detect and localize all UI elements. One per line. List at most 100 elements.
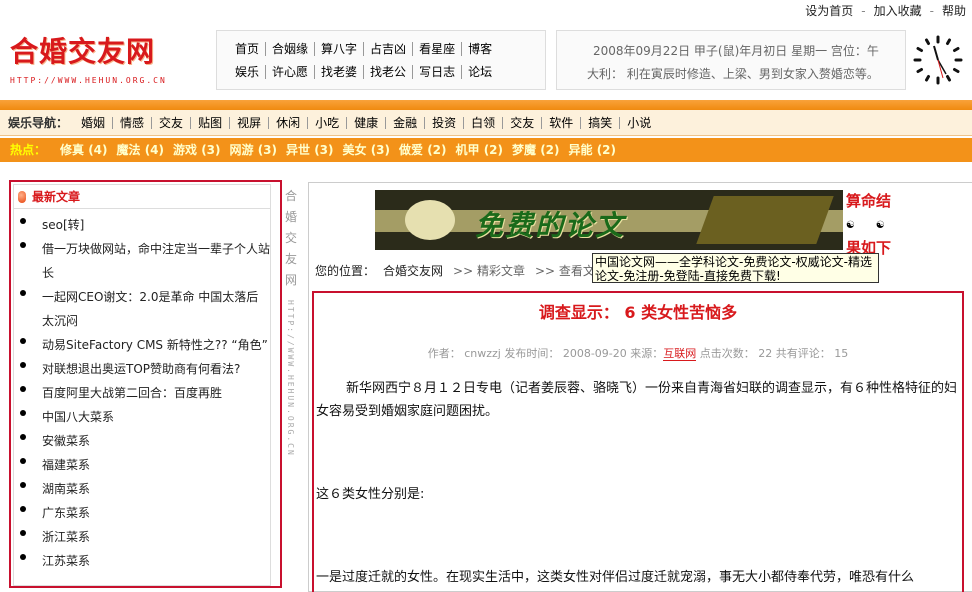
list-item[interactable]: 安徽菜系	[14, 429, 270, 453]
almanac-box: 2008年09月22日 甲子(鼠)年月初日 星期一 宫位：午 大利： 利在寅辰时…	[556, 30, 906, 90]
article-meta-stats: 点击次数： 22 共有评论： 15	[696, 347, 849, 360]
latest-articles-list: seo[转] 借一万块做网站，命中注定当一辈子个人站长 一起网CEO谢文：2.0…	[14, 209, 270, 573]
free-paper-banner[interactable]: 免费的论文	[375, 190, 843, 250]
ent-item-marriage[interactable]: 婚姻	[74, 117, 114, 129]
ent-item-white-collar[interactable]: 白领	[464, 117, 504, 129]
nav-forum[interactable]: 论坛	[462, 65, 498, 79]
breadcrumb-articles[interactable]: >> 精彩文章	[453, 264, 525, 278]
banner-ornament	[405, 200, 455, 240]
article-link[interactable]: 对联想退出奥运TOP赞助商有何看法?	[42, 362, 240, 376]
nav-bazi[interactable]: 算八字	[315, 42, 365, 56]
vertical-site-url: HTTP://WWW.HEHUN.ORG.CN	[283, 300, 299, 470]
hot-item[interactable]: 美女 (3)	[343, 138, 391, 162]
article-link[interactable]: 借一万块做网站，命中注定当一辈子个人站长	[42, 242, 270, 280]
yin-yang-icons: ☯ ☯	[846, 212, 904, 237]
article-link[interactable]: 安徽菜系	[42, 434, 90, 448]
ent-item-emotion[interactable]: 情感	[113, 117, 153, 129]
list-item[interactable]: 福建菜系	[14, 453, 270, 477]
bullet-icon	[20, 434, 26, 440]
hot-item[interactable]: 异世 (3)	[286, 138, 334, 162]
list-item[interactable]: 对联想退出奥运TOP赞助商有何看法?	[14, 357, 270, 381]
banner-text: 免费的论文	[475, 209, 626, 242]
hot-item[interactable]: 异能 (2)	[569, 138, 617, 162]
almanac-date: 2008年09月22日 甲子(鼠)年月初日 星期一 宫位：午	[593, 44, 879, 58]
nav-find-wife[interactable]: 找老婆	[315, 65, 365, 79]
ent-item-software[interactable]: 软件	[542, 117, 582, 129]
article-link[interactable]: 浙江菜系	[42, 530, 90, 544]
list-item[interactable]: 动易SiteFactory CMS 新特性之?? “角色”	[14, 333, 270, 357]
list-item[interactable]: 广东菜系	[14, 501, 270, 525]
breadcrumb-home[interactable]: 合婚交友网	[383, 264, 443, 278]
nav-horoscope[interactable]: 看星座	[413, 42, 463, 56]
nav-wish[interactable]: 许心愿	[266, 65, 316, 79]
article-link[interactable]: 中国八大菜系	[42, 410, 114, 424]
main-nav: 首页 合姻缘 算八字 占吉凶 看星座 博客 娱乐 许心愿 找老婆 找老公 写日志 论坛	[216, 30, 546, 90]
article-link[interactable]: 江苏菜系	[42, 554, 90, 568]
nav-diary[interactable]: 写日志	[413, 65, 463, 79]
list-item[interactable]: 一起网CEO谢文：2.0是革命 中国太落后太沉闷	[14, 285, 270, 333]
article-panel: 调查显示： 6 类女性苦恼多 作者： cnwzzj 发布时间： 2008-09-…	[312, 291, 964, 592]
article-link[interactable]: 百度阿里大战第二回合：百度再胜	[42, 386, 222, 400]
nav-fortune[interactable]: 占吉凶	[364, 42, 414, 56]
ent-item-funny[interactable]: 搞笑	[581, 117, 621, 129]
add-favorite-link[interactable]: 加入收藏	[874, 4, 922, 18]
ent-item-video[interactable]: 视屏	[230, 117, 270, 129]
list-item[interactable]: seo[转]	[14, 213, 270, 237]
bullet-icon	[20, 386, 26, 392]
article-link[interactable]: 福建菜系	[42, 458, 90, 472]
ent-item-finance[interactable]: 金融	[386, 117, 426, 129]
bullet-icon	[20, 242, 26, 248]
article-link[interactable]: 一起网CEO谢文：2.0是革命 中国太落后太沉闷	[42, 290, 258, 328]
logo-url: HTTP://WWW.HEHUN.ORG.CN	[10, 76, 167, 85]
bullet-icon	[20, 218, 26, 224]
nav-match[interactable]: 合姻缘	[266, 42, 316, 56]
list-item[interactable]: 百度阿里大战第二回合：百度再胜	[14, 381, 270, 405]
site-logo[interactable]: 合婚交友网 HTTP://WWW.HEHUN.ORG.CN	[10, 30, 210, 90]
ent-item-novel[interactable]: 小说	[620, 117, 658, 129]
hot-item[interactable]: 魔法 (4)	[117, 138, 165, 162]
nav-blog[interactable]: 博客	[462, 42, 498, 56]
article-link[interactable]: 广东菜系	[42, 506, 90, 520]
bullet-icon	[20, 506, 26, 512]
yin-yang-icon: ☯	[875, 220, 885, 231]
ad-tooltip[interactable]: 中国论文网——全学科论文-免费论文-权威论文-精选论文-免注册-免登陆-直接免费…	[592, 253, 879, 283]
latest-articles-panel: 最新文章 seo[转] 借一万块做网站，命中注定当一辈子个人站长 一起网CEO谢…	[9, 180, 282, 588]
list-item[interactable]: 浙江菜系	[14, 525, 270, 549]
hot-item[interactable]: 做爱 (2)	[399, 138, 447, 162]
ent-item-leisure[interactable]: 休闲	[269, 117, 309, 129]
nav-entertainment[interactable]: 娱乐	[231, 65, 267, 79]
nav-find-husband[interactable]: 找老公	[364, 65, 414, 79]
bullet-icon	[20, 482, 26, 488]
entertainment-nav: 娱乐导航： 婚姻 情感 交友 贴图 视屏 休闲 小吃 健康 金融 投资 白领 交友 软件 搞笑 小说	[0, 110, 972, 136]
yin-yang-icon: ☯	[846, 220, 855, 231]
nav-home[interactable]: 首页	[231, 42, 267, 56]
hot-item[interactable]: 梦魔 (2)	[512, 138, 560, 162]
article-meta-info: 作者： cnwzzj 发布时间： 2008-09-20 来源：	[427, 347, 664, 360]
set-homepage-link[interactable]: 设为首页	[805, 4, 853, 18]
hot-item[interactable]: 机甲 (2)	[456, 138, 504, 162]
ent-item-investment[interactable]: 投资	[425, 117, 465, 129]
list-item[interactable]: 湖南菜系	[14, 477, 270, 501]
help-link[interactable]: 帮助	[942, 4, 966, 18]
ent-item-dating[interactable]: 交友	[152, 117, 192, 129]
latest-articles-title: 最新文章	[14, 185, 270, 209]
article-link[interactable]: 动易SiteFactory CMS 新特性之?? “角色”	[42, 338, 268, 352]
fortune-result-ad[interactable]: 算命结 ☯ ☯ 果如下	[846, 190, 904, 257]
bullet-icon	[20, 410, 26, 416]
list-item[interactable]: 借一万块做网站，命中注定当一辈子个人站长	[14, 237, 270, 285]
clock-icon	[913, 35, 963, 85]
list-item[interactable]: 江苏菜系	[14, 549, 270, 573]
article-link[interactable]: seo[转]	[42, 218, 84, 232]
ent-item-health[interactable]: 健康	[347, 117, 387, 129]
ent-item-dating-2[interactable]: 交友	[503, 117, 543, 129]
list-item[interactable]: 中国八大菜系	[14, 405, 270, 429]
hot-item[interactable]: 修真 (4)	[60, 138, 108, 162]
hot-item[interactable]: 游戏 (3)	[173, 138, 221, 162]
breadcrumb-label: 您的位置：	[315, 264, 376, 278]
bullet-icon	[20, 554, 26, 560]
hot-item[interactable]: 网游 (3)	[230, 138, 278, 162]
ent-item-pictures[interactable]: 贴图	[191, 117, 231, 129]
article-link[interactable]: 湖南菜系	[42, 482, 90, 496]
article-source-link[interactable]: 互联网	[663, 347, 697, 361]
ent-item-snacks[interactable]: 小吃	[308, 117, 348, 129]
